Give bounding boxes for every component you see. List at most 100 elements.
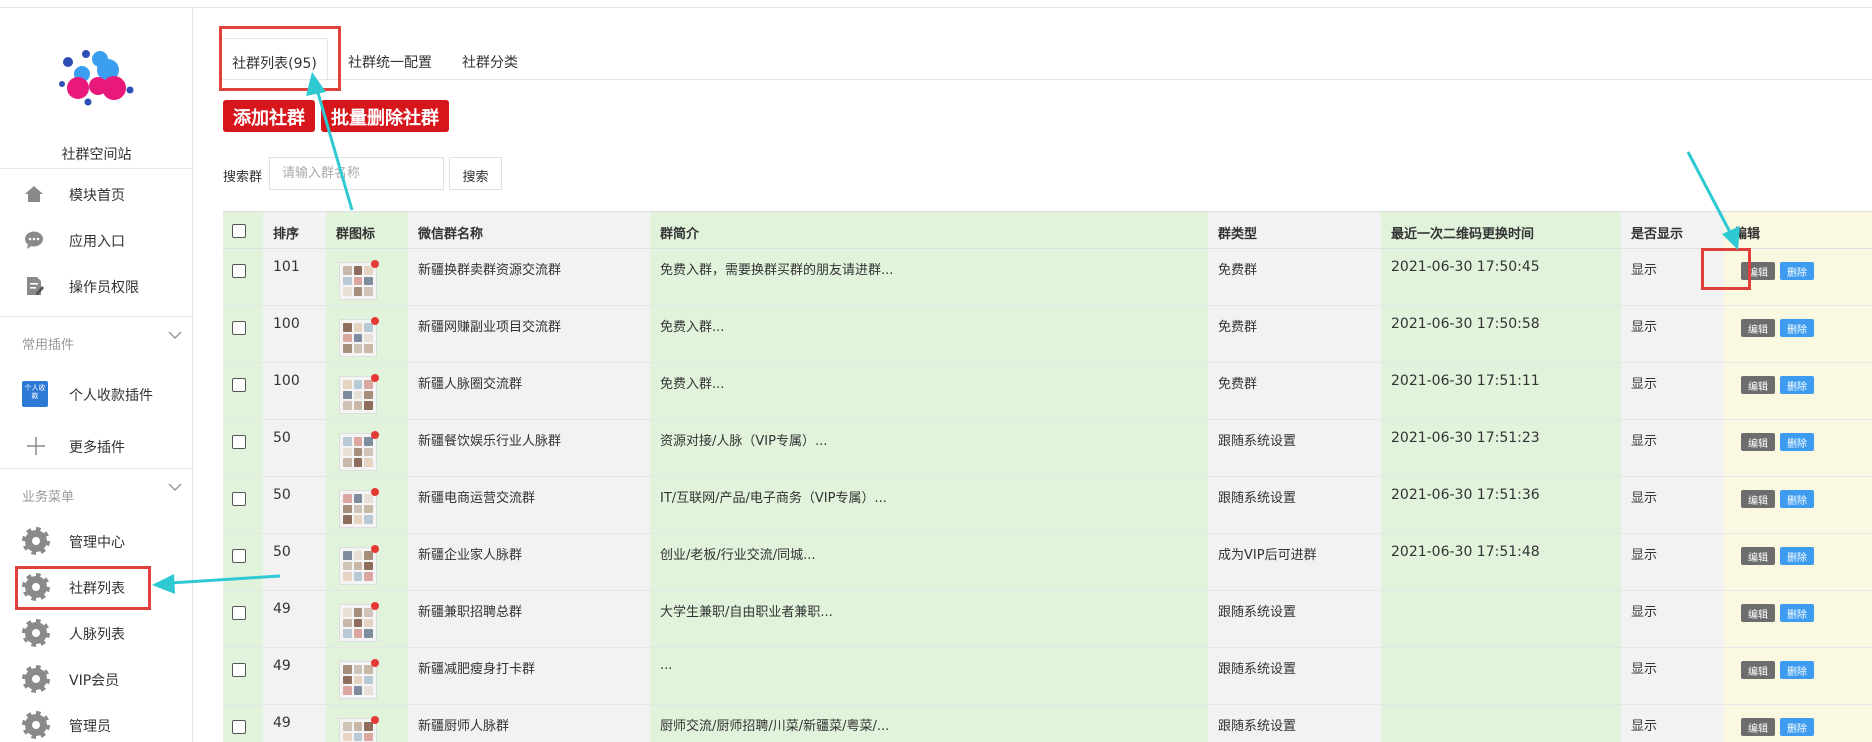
edit-button[interactable]: 编辑: [1741, 718, 1775, 736]
chevron-down-icon[interactable]: [168, 482, 182, 492]
gear-icon: [22, 711, 50, 739]
row-checkbox[interactable]: [232, 606, 246, 620]
row-sort: 50: [273, 430, 291, 446]
header-type: 群类型: [1218, 227, 1258, 242]
row-checkbox[interactable]: [232, 492, 246, 506]
table-row: 100 新疆网赚副业项目交流群 免费入群... 免费群 2021-06-30 17:50…: [223, 306, 1872, 363]
row-checkbox[interactable]: [232, 663, 246, 677]
delete-button[interactable]: 删除: [1780, 547, 1814, 565]
row-checkbox[interactable]: [232, 378, 246, 392]
chat-bubble-icon: [25, 231, 43, 249]
edit-button[interactable]: 编辑: [1741, 376, 1775, 394]
row-name: 新疆换群卖群资源交流群: [418, 263, 562, 278]
row-qr-updated: 2021-06-30 17:51:23: [1391, 430, 1540, 446]
sidebar-item-administrators[interactable]: 管理员: [0, 705, 192, 742]
table-row: 50 新疆餐饮娱乐行业人脉群 资源对接/人脉（VIP专属）... 跟随系统设置 2021…: [223, 420, 1872, 477]
delete-button[interactable]: 删除: [1780, 433, 1814, 451]
row-type: 免费群: [1218, 377, 1258, 392]
header-name: 微信群名称: [418, 227, 484, 242]
tab-community-config[interactable]: 社群统一配置: [347, 38, 433, 80]
row-visible: 显示: [1631, 548, 1658, 563]
row-type: 跟随系统设置: [1218, 434, 1297, 449]
edit-button[interactable]: 编辑: [1741, 547, 1775, 565]
sidebar-item-more-plugins[interactable]: 更多插件: [0, 426, 192, 466]
delete-button[interactable]: 删除: [1780, 262, 1814, 280]
row-checkbox[interactable]: [232, 720, 246, 734]
plus-icon: [27, 437, 45, 455]
notification-dot: [371, 602, 379, 610]
delete-button[interactable]: 删除: [1780, 490, 1814, 508]
row-sort: 50: [273, 544, 291, 560]
sidebar-item-label: 更多插件: [69, 440, 125, 456]
edit-button[interactable]: 编辑: [1741, 490, 1775, 508]
row-type: 成为VIP后可进群: [1218, 548, 1317, 563]
add-community-button[interactable]: 添加社群: [223, 100, 315, 132]
batch-delete-button[interactable]: 批量删除社群: [321, 100, 449, 132]
header-intro: 群简介: [660, 227, 700, 242]
gear-icon: [22, 665, 50, 693]
row-visible: 显示: [1631, 434, 1658, 449]
row-name: 新疆厨师人脉群: [418, 719, 510, 734]
sidebar-item-app-entry[interactable]: 应用入口: [0, 220, 192, 260]
group-avatar-thumbnail: [339, 659, 379, 699]
sidebar-item-contacts-list[interactable]: 人脉列表: [0, 613, 192, 653]
chevron-down-icon[interactable]: [168, 330, 182, 340]
delete-button[interactable]: 删除: [1780, 319, 1814, 337]
search-button[interactable]: 搜索: [449, 157, 502, 190]
row-intro: 资源对接/人脉（VIP专属）...: [660, 434, 828, 449]
table-row: 49 新疆减肥瘦身打卡群... 跟随系统设置 显示 编辑 删除: [223, 648, 1872, 705]
row-checkbox[interactable]: [232, 435, 246, 449]
row-visible: 显示: [1631, 605, 1658, 620]
notification-dot: [371, 374, 379, 382]
group-avatar-thumbnail: [339, 602, 379, 642]
delete-button[interactable]: 删除: [1780, 376, 1814, 394]
tab-community-category[interactable]: 社群分类: [461, 38, 519, 80]
table-row: 49 新疆厨师人脉群 厨师交流/厨师招聘/川菜/新疆菜/粤菜/... 跟随系统设置 显示…: [223, 705, 1872, 742]
table-header: 排序 群图标 微信群名称 群简介 群类型 最近一次二维码更换时间 是否显示 编辑: [223, 211, 1872, 249]
row-sort: 49: [273, 601, 291, 617]
delete-button[interactable]: 删除: [1780, 661, 1814, 679]
sidebar-item-module-home[interactable]: 模块首页: [0, 174, 192, 214]
edit-button[interactable]: 编辑: [1741, 661, 1775, 679]
notification-dot: [371, 260, 379, 268]
sidebar-item-label: 操作员权限: [69, 280, 139, 296]
row-checkbox[interactable]: [232, 549, 246, 563]
sidebar-item-label: VIP会员: [69, 673, 120, 689]
sidebar-item-personal-payment-plugin[interactable]: 个人收款 个人收款插件: [0, 374, 192, 414]
edit-button[interactable]: 编辑: [1741, 433, 1775, 451]
row-name: 新疆企业家人脉群: [418, 548, 523, 563]
row-type: 免费群: [1218, 263, 1258, 278]
sidebar-divider: [0, 316, 192, 317]
edit-button[interactable]: 编辑: [1741, 319, 1775, 337]
notification-dot: [371, 431, 379, 439]
row-visible: 显示: [1631, 320, 1658, 335]
row-checkbox[interactable]: [232, 264, 246, 278]
delete-button[interactable]: 删除: [1780, 718, 1814, 736]
personal-payment-icon: 个人收款: [22, 381, 48, 407]
select-all-checkbox[interactable]: [232, 224, 246, 238]
row-checkbox[interactable]: [232, 321, 246, 335]
notification-dot: [371, 659, 379, 667]
row-intro: 免费入群...: [660, 377, 725, 392]
sidebar-item-management-center[interactable]: 管理中心: [0, 521, 192, 561]
row-visible: 显示: [1631, 377, 1658, 392]
row-qr-updated: 2021-06-30 17:51:48: [1391, 544, 1540, 560]
notification-dot: [371, 317, 379, 325]
highlight-box-edit: [1701, 248, 1751, 290]
edit-button[interactable]: 编辑: [1741, 604, 1775, 622]
header-sort: 排序: [273, 227, 300, 242]
table-row: 49 新疆兼职招聘总群 大学生兼职/自由职业者兼职... 跟随系统设置 显示 编辑 删除: [223, 591, 1872, 648]
sidebar-item-operator-permissions[interactable]: 操作员权限: [0, 266, 192, 306]
row-intro: 大学生兼职/自由职业者兼职...: [660, 605, 833, 620]
row-intro: 创业/老板/行业交流/同城...: [660, 548, 816, 563]
header-visible: 是否显示: [1631, 227, 1684, 242]
delete-button[interactable]: 删除: [1780, 604, 1814, 622]
sidebar-item-vip-members[interactable]: VIP会员: [0, 659, 192, 699]
row-name: 新疆电商运营交流群: [418, 491, 536, 506]
table-row: 50 新疆电商运营交流群 IT/互联网/产品/电子商务（VIP专属）... 跟随系统设…: [223, 477, 1872, 534]
sidebar-group-title: 常用插件: [22, 338, 75, 353]
search-input[interactable]: [269, 157, 444, 190]
sidebar: 社群空间站 模块首页 应用入口 操作员权限 常用插件 个人收款 个人收款插件 更…: [0, 8, 193, 742]
row-intro: 免费入群，需要换群买群的朋友请进群...: [660, 263, 894, 278]
gear-icon: [22, 619, 50, 647]
